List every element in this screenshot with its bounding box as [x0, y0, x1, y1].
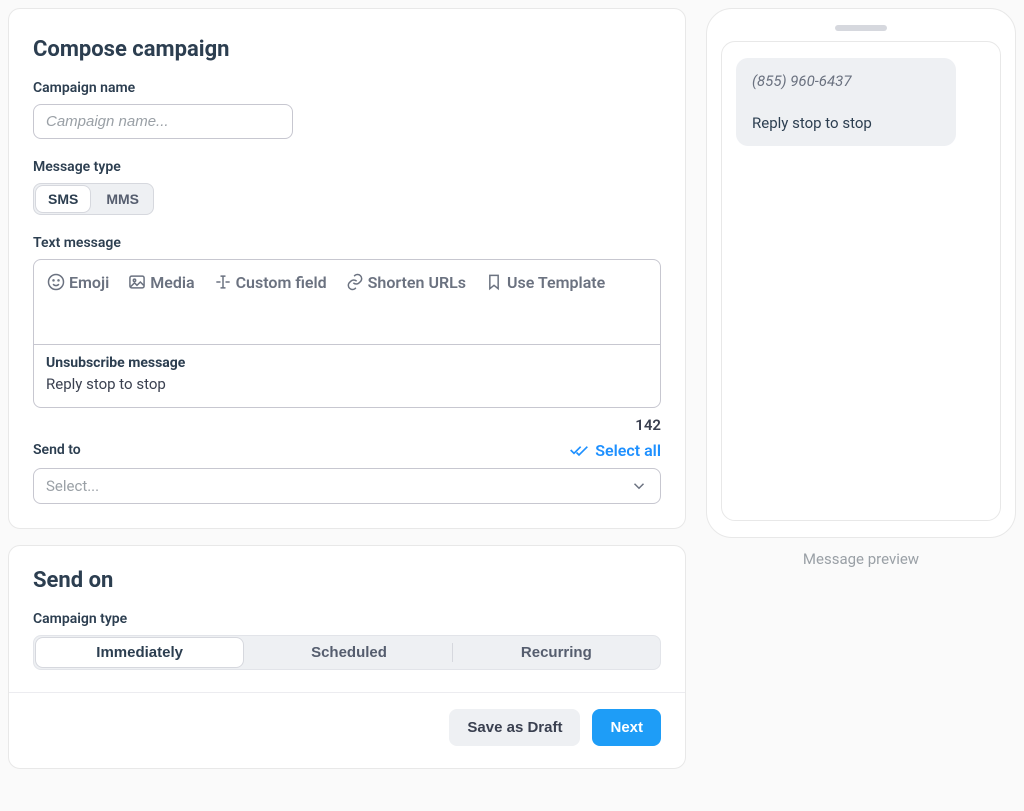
shorten-urls-button[interactable]: Shorten URLs	[345, 272, 466, 292]
page-container: Compose campaign Campaign name Message t…	[8, 8, 1016, 769]
phone-screen: (855) 960-6437 Reply stop to stop	[721, 41, 1001, 521]
footer-actions: Save as Draft Next	[9, 692, 685, 746]
chevron-down-icon	[630, 477, 648, 495]
send-on-title: Send on	[33, 568, 661, 593]
campaign-type-label: Campaign type	[33, 611, 661, 627]
image-icon	[127, 272, 147, 292]
message-toolbar: Emoji Media Custom field Shorten UR	[34, 260, 660, 298]
media-label: Media	[150, 273, 194, 292]
send-to-select[interactable]: Select...	[33, 468, 661, 504]
shorten-urls-label: Shorten URLs	[368, 273, 466, 292]
next-button[interactable]: Next	[592, 709, 661, 746]
unsubscribe-label: Unsubscribe message	[46, 355, 648, 371]
use-template-label: Use Template	[507, 273, 605, 292]
campaign-type-toggle: Immediately Scheduled Recurring	[33, 635, 661, 670]
select-all-button[interactable]: Select all	[569, 440, 661, 460]
campaign-name-section: Campaign name	[33, 80, 661, 139]
text-message-label: Text message	[33, 235, 661, 251]
campaign-type-section: Campaign type Immediately Scheduled Recu…	[33, 611, 661, 670]
smile-icon	[46, 272, 66, 292]
left-column: Compose campaign Campaign name Message t…	[8, 8, 686, 769]
send-to-label: Send to	[33, 442, 81, 458]
save-draft-button[interactable]: Save as Draft	[449, 709, 580, 746]
message-textarea[interactable]	[34, 298, 660, 344]
text-message-section: Text message Emoji Media Cus	[33, 235, 661, 434]
send-on-card: Send on Campaign type Immediately Schedu…	[8, 545, 686, 769]
right-column: (855) 960-6437 Reply stop to stop Messag…	[706, 8, 1016, 769]
custom-field-button[interactable]: Custom field	[213, 272, 327, 292]
preview-from-number: (855) 960-6437	[752, 72, 940, 90]
scheduled-option[interactable]: Scheduled	[245, 636, 452, 669]
phone-preview: (855) 960-6437 Reply stop to stop	[706, 8, 1016, 538]
bookmark-icon	[484, 272, 504, 292]
message-bubble: (855) 960-6437 Reply stop to stop	[736, 58, 956, 146]
cursor-icon	[213, 272, 233, 292]
message-type-toggle: SMS MMS	[33, 183, 154, 215]
campaign-name-input[interactable]	[33, 104, 293, 139]
unsubscribe-text: Reply stop to stop	[46, 375, 648, 393]
campaign-name-label: Campaign name	[33, 80, 661, 96]
use-template-button[interactable]: Use Template	[484, 272, 605, 292]
message-preview-label: Message preview	[706, 550, 1016, 568]
emoji-label: Emoji	[69, 273, 109, 292]
immediately-option[interactable]: Immediately	[36, 638, 243, 667]
select-all-label: Select all	[595, 441, 661, 460]
custom-field-label: Custom field	[236, 273, 327, 292]
message-type-section: Message type SMS MMS	[33, 159, 661, 215]
sms-toggle[interactable]: SMS	[36, 186, 90, 212]
mms-toggle[interactable]: MMS	[92, 184, 153, 214]
link-icon	[345, 272, 365, 292]
send-to-section: Send to Select all Select...	[33, 440, 661, 504]
character-count: 142	[33, 416, 661, 434]
emoji-button[interactable]: Emoji	[46, 272, 109, 292]
compose-card: Compose campaign Campaign name Message t…	[8, 8, 686, 529]
send-to-placeholder: Select...	[46, 477, 99, 495]
double-check-icon	[569, 440, 589, 460]
message-box: Emoji Media Custom field Shorten UR	[33, 259, 661, 408]
phone-notch	[835, 25, 887, 31]
preview-body: Reply stop to stop	[752, 114, 940, 132]
compose-title: Compose campaign	[33, 37, 661, 62]
unsubscribe-block: Unsubscribe message Reply stop to stop	[34, 344, 660, 407]
message-type-label: Message type	[33, 159, 661, 175]
recurring-option[interactable]: Recurring	[453, 636, 660, 669]
media-button[interactable]: Media	[127, 272, 194, 292]
send-to-header: Send to Select all	[33, 440, 661, 460]
